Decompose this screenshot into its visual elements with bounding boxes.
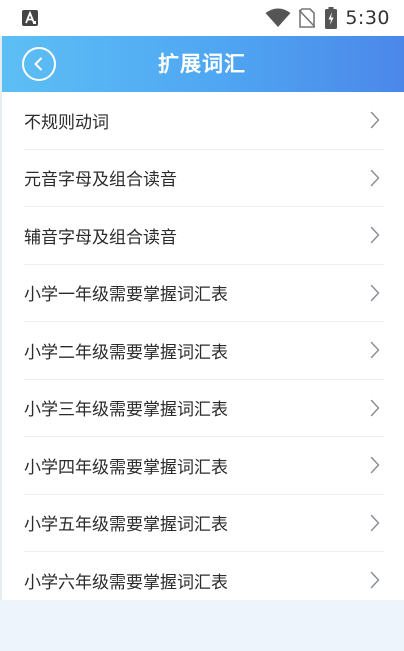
list-item-irregular-verbs[interactable]: 不规则动词 — [24, 92, 384, 150]
screen: 5:30 扩展词汇 不规则动词 元音字母及组合读音 辅音字母及组合读音 小学一年… — [0, 0, 404, 651]
wifi-icon — [265, 8, 291, 27]
list-item-label: 小学五年级需要掌握词汇表 — [24, 515, 228, 536]
list-item-label: 不规则动词 — [24, 112, 109, 133]
list-item-vowel-sounds[interactable]: 元音字母及组合读音 — [24, 150, 384, 207]
bottom-empty-area — [0, 600, 404, 651]
status-time: 5:30 — [345, 7, 390, 29]
list-item-label: 小学六年级需要掌握词汇表 — [24, 572, 228, 593]
a-notification-icon — [22, 10, 38, 26]
list-item-label: 小学二年级需要掌握词汇表 — [24, 342, 228, 363]
list-item-grade-5-vocab[interactable]: 小学五年级需要掌握词汇表 — [24, 495, 384, 552]
chevron-right-icon — [370, 284, 380, 301]
chevron-right-icon — [370, 514, 380, 531]
chevron-right-icon — [370, 227, 380, 244]
chevron-right-icon — [370, 112, 380, 129]
app-header: 扩展词汇 — [0, 36, 404, 92]
chevron-right-icon — [370, 399, 380, 416]
chevron-right-icon — [370, 457, 380, 474]
list-item-label: 元音字母及组合读音 — [24, 170, 177, 191]
chevron-right-icon — [370, 342, 380, 359]
battery-charging-icon — [325, 7, 338, 29]
list-item-grade-3-vocab[interactable]: 小学三年级需要掌握词汇表 — [24, 380, 384, 437]
list-item-grade-2-vocab[interactable]: 小学二年级需要掌握词汇表 — [24, 322, 384, 380]
list-item-label: 小学三年级需要掌握词汇表 — [24, 400, 228, 421]
list-item-grade-4-vocab[interactable]: 小学四年级需要掌握词汇表 — [24, 437, 384, 495]
list-item-label: 辅音字母及组合读音 — [24, 227, 177, 248]
chevron-right-icon — [370, 169, 380, 186]
no-sim-icon — [299, 8, 316, 28]
list-item-consonant-sounds[interactable]: 辅音字母及组合读音 — [24, 207, 384, 265]
page-title: 扩展词汇 — [158, 52, 246, 76]
chevron-right-icon — [370, 572, 380, 589]
vocab-list: 不规则动词 元音字母及组合读音 辅音字母及组合读音 小学一年级需要掌握词汇表 小… — [0, 92, 404, 609]
back-button[interactable] — [22, 47, 56, 81]
list-item-label: 小学一年级需要掌握词汇表 — [24, 285, 228, 306]
status-icons: 5:30 — [265, 0, 390, 36]
list-item-label: 小学四年级需要掌握词汇表 — [24, 457, 228, 478]
list-item-grade-1-vocab[interactable]: 小学一年级需要掌握词汇表 — [24, 265, 384, 322]
status-bar: 5:30 — [0, 0, 404, 36]
chevron-left-icon — [34, 57, 42, 71]
